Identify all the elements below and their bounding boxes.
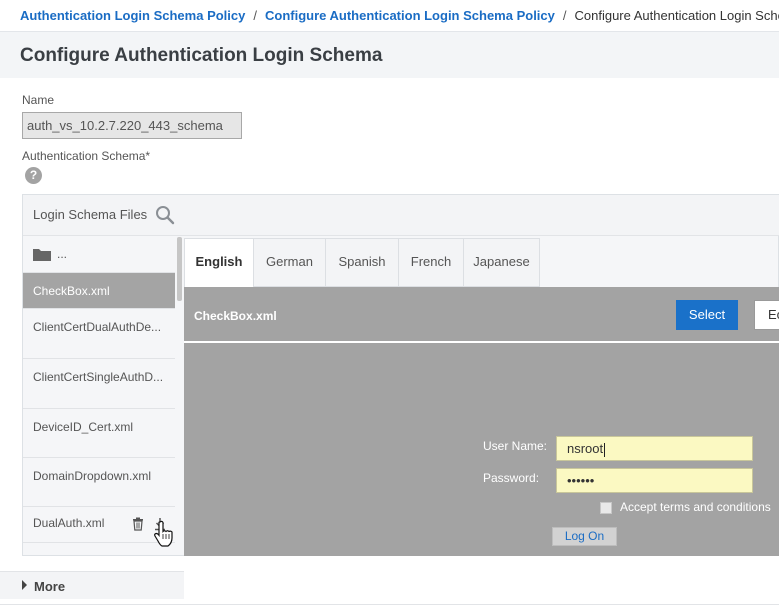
tab-english[interactable]: English bbox=[184, 238, 254, 287]
name-label: Name bbox=[22, 93, 55, 107]
schema-preview: CheckBox.xml Select Ec User Name: nsroot… bbox=[184, 287, 779, 556]
preview-toolbar: CheckBox.xml Select Ec bbox=[184, 287, 779, 343]
username-value: nsroot bbox=[567, 441, 604, 456]
preview-file-name: CheckBox.xml bbox=[194, 309, 277, 323]
question-circle-icon[interactable]: ? bbox=[25, 167, 42, 184]
accept-terms-checkbox[interactable] bbox=[600, 502, 612, 514]
breadcrumb-current: Configure Authentication Login Schema bbox=[574, 8, 779, 23]
trash-icon[interactable] bbox=[131, 517, 145, 531]
divider bbox=[0, 604, 779, 605]
breadcrumb: Authentication Login Schema Policy / Confi… bbox=[0, 0, 779, 31]
file-item-domaindropdown[interactable]: DomainDropdown.xml bbox=[23, 458, 175, 507]
login-schema-files-title: Login Schema Files bbox=[33, 207, 148, 222]
tab-german[interactable]: German bbox=[253, 238, 326, 287]
accept-terms-label: Accept terms and conditions bbox=[620, 500, 771, 514]
breadcrumb-separator: / bbox=[562, 8, 567, 23]
file-list-scrollbar[interactable] bbox=[177, 237, 182, 301]
breadcrumb-link-configure-policy[interactable]: Configure Authentication Login Schema Po… bbox=[265, 8, 555, 23]
password-input[interactable]: •••••• bbox=[556, 468, 753, 493]
login-schema-panel: Login Schema Files ... CheckBox.xml Clie… bbox=[22, 194, 779, 556]
breadcrumb-separator: / bbox=[253, 8, 257, 23]
more-section-toggle[interactable]: More bbox=[0, 571, 184, 599]
tab-spanish[interactable]: Spanish bbox=[325, 238, 399, 287]
tab-japanese[interactable]: Japanese bbox=[463, 238, 540, 287]
language-tabs: English German Spanish French Japanese bbox=[184, 238, 779, 287]
parent-folder-label: ... bbox=[57, 247, 68, 261]
username-input[interactable]: nsroot bbox=[556, 436, 753, 461]
breadcrumb-link-login-schema-policy[interactable]: Authentication Login Schema Policy bbox=[20, 8, 245, 23]
name-field[interactable]: auth_vs_10.2.7.220_443_schema bbox=[22, 112, 242, 139]
file-item-dualauth[interactable]: DualAuth.xml bbox=[23, 507, 175, 543]
select-button[interactable]: Select bbox=[676, 300, 738, 330]
edit-button[interactable]: Ec bbox=[754, 300, 779, 330]
file-item-clientcertdualauth[interactable]: ClientCertDualAuthDe... bbox=[23, 309, 175, 359]
page-header: Configure Authentication Login Schema bbox=[0, 31, 779, 78]
page-title: Configure Authentication Login Schema bbox=[20, 45, 383, 66]
more-label: More bbox=[34, 579, 66, 594]
password-label: Password: bbox=[483, 471, 540, 485]
search-icon[interactable] bbox=[155, 205, 175, 225]
hand-pointer-icon bbox=[154, 520, 173, 547]
authentication-schema-label: Authentication Schema* bbox=[22, 149, 151, 163]
log-on-button[interactable]: Log On bbox=[552, 527, 617, 546]
tab-french[interactable]: French bbox=[398, 238, 464, 287]
file-item-clientcertsingleauth[interactable]: ClientCertSingleAuthD... bbox=[23, 359, 175, 409]
file-item-label: DualAuth.xml bbox=[33, 516, 105, 530]
caret-right-icon bbox=[22, 580, 27, 590]
file-list: ... CheckBox.xml ClientCertDualAuthDe...… bbox=[23, 237, 175, 552]
folder-icon bbox=[33, 249, 51, 261]
login-schema-files-header: Login Schema Files bbox=[23, 195, 779, 236]
file-item-deviceid-cert[interactable]: DeviceID_Cert.xml bbox=[23, 409, 175, 458]
parent-folder-item[interactable]: ... bbox=[23, 237, 175, 273]
file-item-checkbox[interactable]: CheckBox.xml bbox=[23, 273, 175, 309]
text-cursor bbox=[604, 442, 606, 457]
username-label: User Name: bbox=[483, 439, 548, 453]
